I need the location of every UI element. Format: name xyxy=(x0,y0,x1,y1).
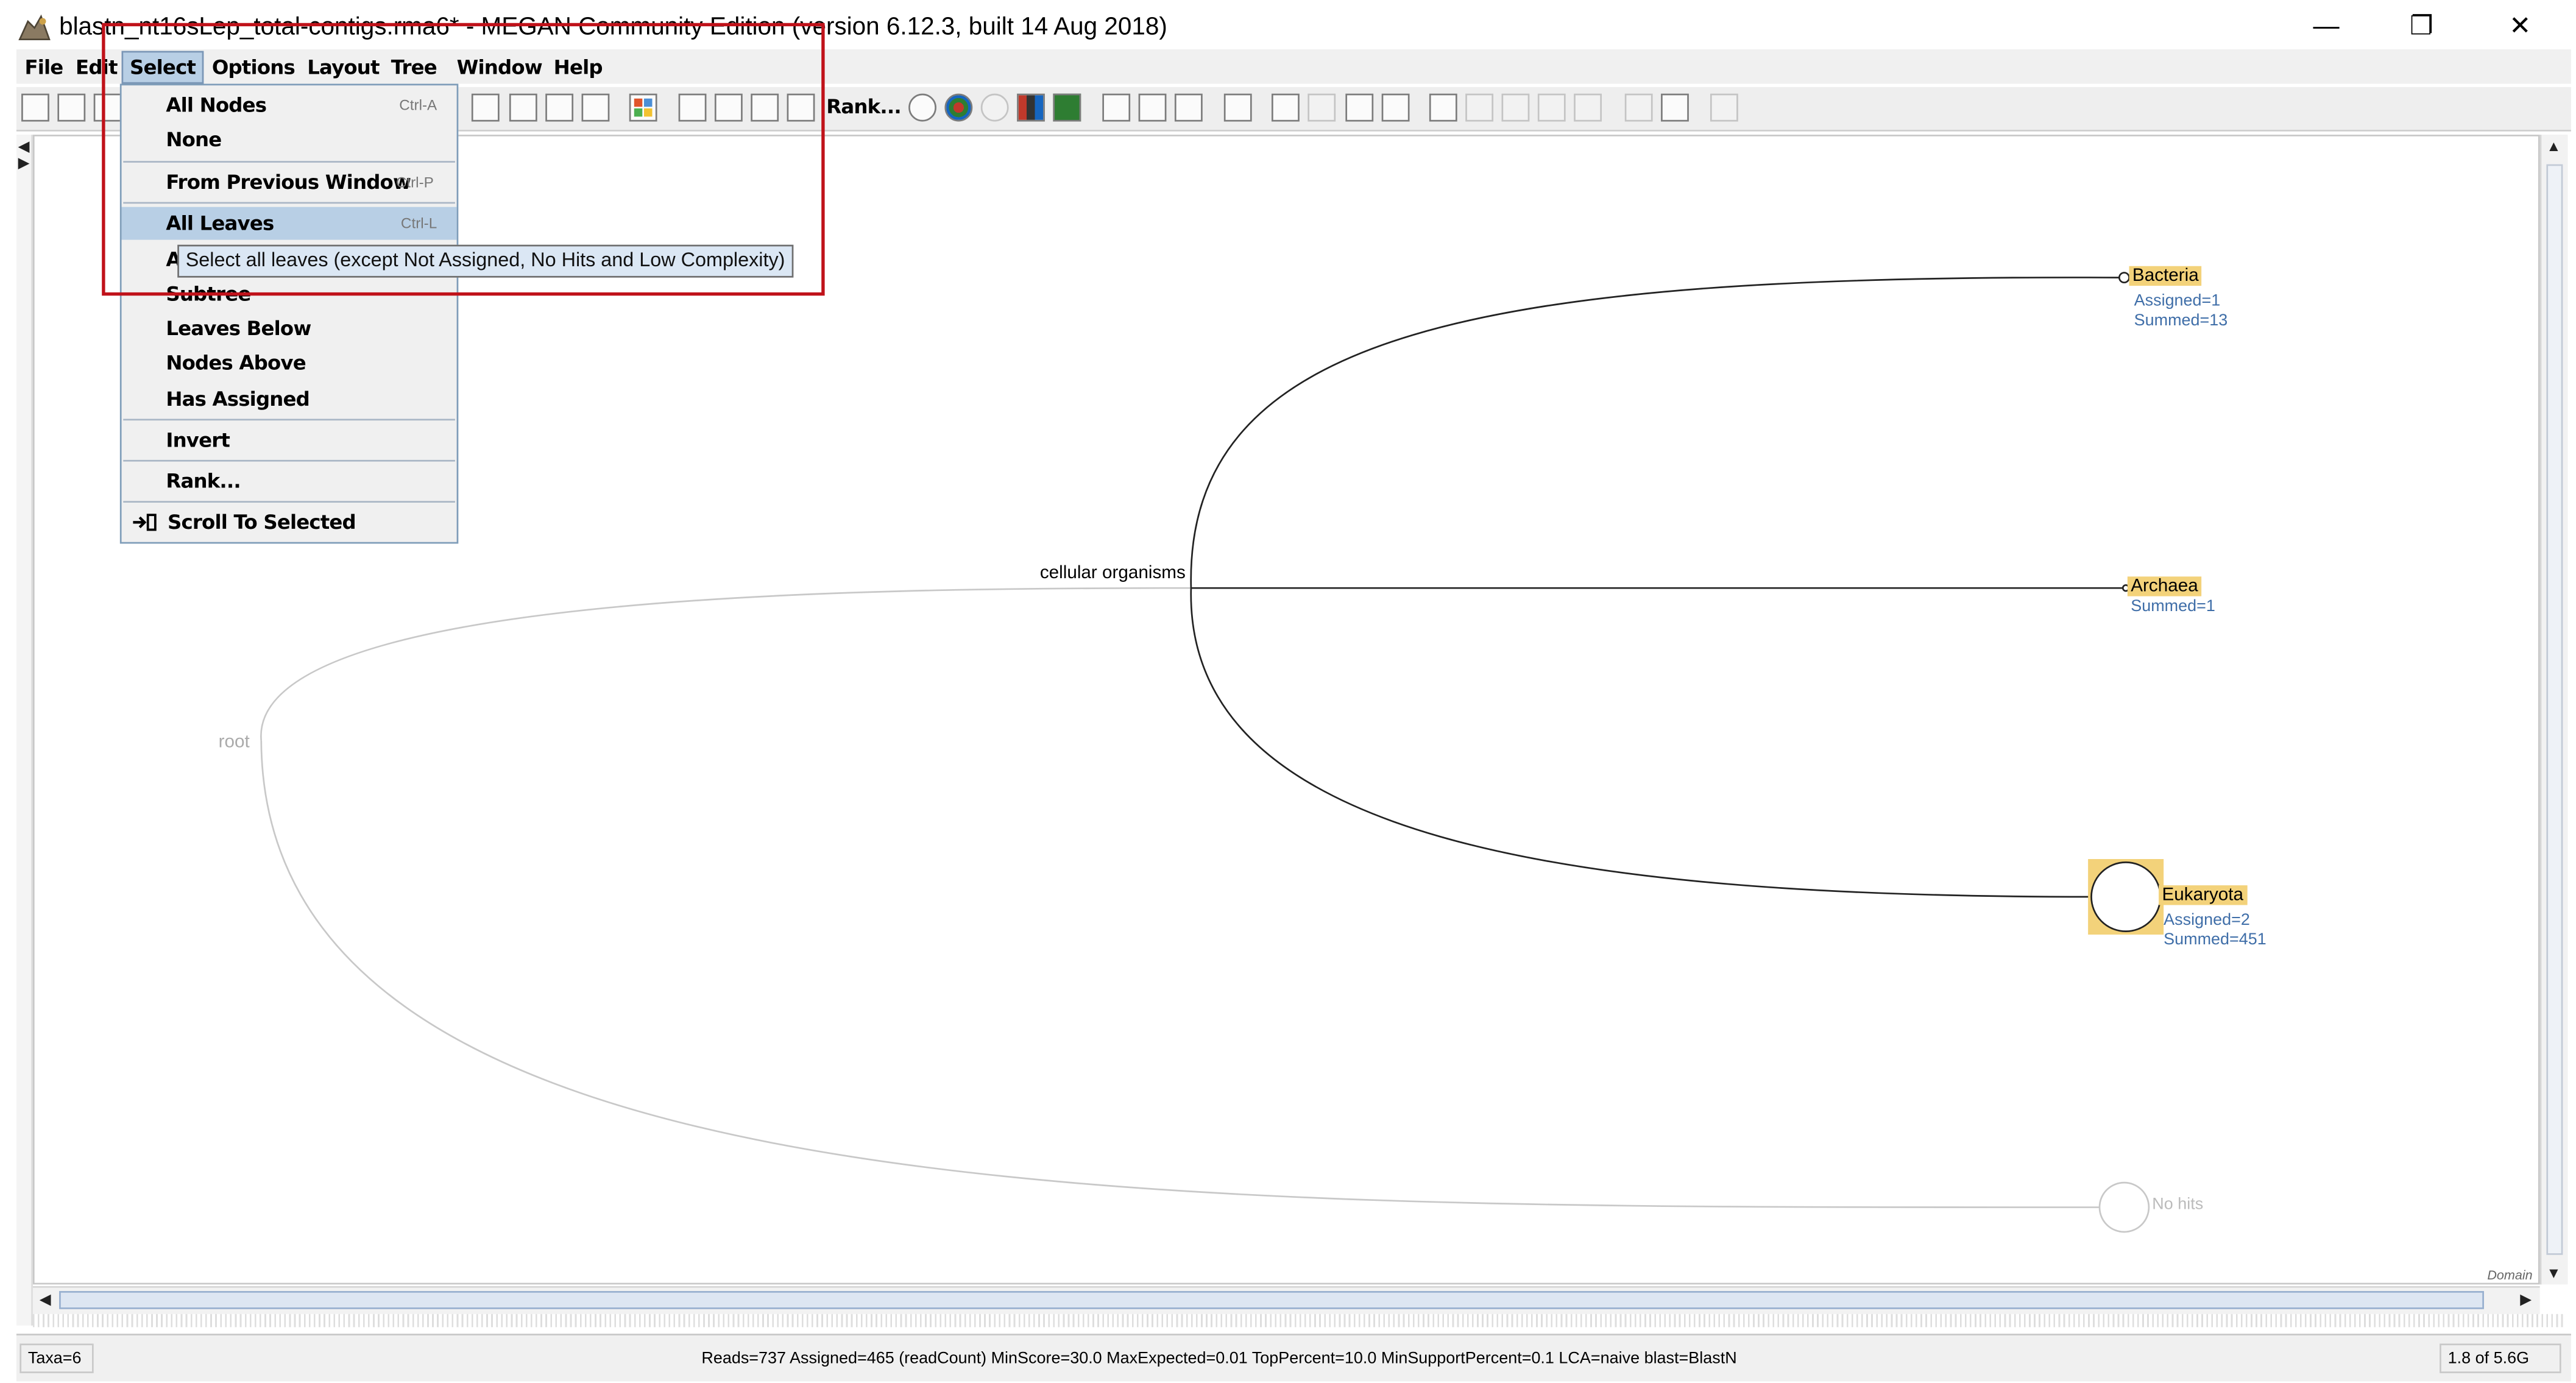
line-style-curved-icon[interactable] xyxy=(1174,93,1203,122)
menu-item-nodes-above[interactable]: Nodes Above xyxy=(122,347,457,380)
rank-caption: Domain xyxy=(2487,1268,2533,1283)
grid-icon[interactable] xyxy=(1661,93,1689,122)
horizontal-scrollbar[interactable]: ◀ ▶ xyxy=(32,1286,2540,1314)
taxonomy-icon[interactable] xyxy=(1429,93,1457,122)
cog-icon[interactable] xyxy=(1501,93,1530,122)
menu-item-leaves-below[interactable]: Leaves Below xyxy=(122,312,457,345)
scroll-down-icon[interactable]: ▼ xyxy=(2546,1265,2561,1281)
scroll-to-selected-icon xyxy=(133,514,157,531)
eukaryota-counts: Assigned=2 Summed=451 xyxy=(2164,911,2266,951)
menu-separator xyxy=(123,459,455,462)
scroll-left-icon[interactable]: ◀ xyxy=(40,1291,51,1309)
close-button[interactable]: ✕ xyxy=(2482,7,2558,49)
node-bacteria xyxy=(2118,272,2130,284)
status-bar: Taxa=6 Reads=737 Assigned=465 (readCount… xyxy=(16,1334,2571,1382)
heatmap-icon[interactable] xyxy=(1053,93,1081,122)
interpro-icon[interactable] xyxy=(1465,93,1494,122)
edge-root-cellular xyxy=(260,587,1191,741)
node-label-bacteria[interactable]: Bacteria xyxy=(2129,266,2203,286)
archaea-summed: Summed=1 xyxy=(2131,598,2215,617)
archaea-counts: Summed=1 xyxy=(2131,598,2215,617)
menu-item-scroll-to-selected[interactable]: Scroll To Selected xyxy=(122,506,457,539)
status-taxa: Taxa=6 xyxy=(19,1343,94,1373)
scroll-right-icon[interactable]: ▶ xyxy=(2520,1291,2532,1309)
node-label-archaea[interactable]: Archaea xyxy=(2127,576,2202,596)
menu-item-invert[interactable]: Invert xyxy=(122,424,457,457)
node-no-hits xyxy=(2098,1181,2150,1233)
coxcomb-icon[interactable] xyxy=(980,93,1009,122)
node-label-root[interactable]: root xyxy=(219,732,250,752)
scroll-up-icon[interactable]: ▲ xyxy=(2546,138,2561,154)
edge-cellular-bacteria xyxy=(1190,277,2121,589)
rank-button[interactable]: Rank... xyxy=(826,95,901,118)
left-collapse-strip[interactable]: ◀ ▶ xyxy=(16,135,33,1326)
bacteria-assigned: Assigned=1 xyxy=(2134,292,2221,311)
bacteria-counts: Assigned=1 Summed=13 xyxy=(2134,292,2228,332)
kegg-icon[interactable] xyxy=(1574,93,1602,122)
node-eukaryota xyxy=(2090,861,2162,932)
zoom-icon[interactable] xyxy=(1381,93,1410,122)
menu-item-rank[interactable]: Rank... xyxy=(122,465,457,498)
node-label-no-hits[interactable]: No hits xyxy=(2152,1196,2203,1214)
maximize-button[interactable]: ❐ xyxy=(2383,7,2459,49)
edge-cellular-eukaryota xyxy=(1190,588,2092,898)
seed-icon[interactable] xyxy=(1537,93,1566,122)
node-shape-circle-icon[interactable] xyxy=(908,93,936,122)
minimize-button[interactable]: — xyxy=(2288,7,2364,49)
options-icon[interactable] xyxy=(1710,93,1738,122)
expand-right-icon[interactable]: ▶ xyxy=(18,154,30,172)
status-memory: 1.8 of 5.6G xyxy=(2440,1343,2561,1373)
horizontal-scroll-thumb[interactable] xyxy=(59,1291,2484,1309)
bacteria-summed: Summed=13 xyxy=(2134,312,2228,330)
chart-icon[interactable] xyxy=(1223,93,1252,122)
open-icon[interactable] xyxy=(21,93,49,122)
bar-chart-icon[interactable] xyxy=(1017,93,1045,122)
sequence-icon[interactable] xyxy=(1345,93,1374,122)
table-icon[interactable] xyxy=(1272,93,1300,122)
line-style-rect-icon[interactable] xyxy=(1138,93,1167,122)
expand-left-icon[interactable]: ◀ xyxy=(18,138,30,156)
node-label-cellular-organisms[interactable]: cellular organisms xyxy=(1040,564,1186,583)
word-cloud-icon[interactable] xyxy=(1307,93,1336,122)
pie-chart-icon[interactable] xyxy=(944,93,973,122)
edge-root-nohits xyxy=(260,740,2101,1208)
line-style-straight-icon[interactable] xyxy=(1102,93,1131,122)
eukaryota-assigned: Assigned=2 xyxy=(2164,911,2250,930)
annotation-highlight-box xyxy=(102,23,825,296)
status-info: Reads=737 Assigned=465 (readCount) MinSc… xyxy=(693,1343,1844,1373)
menu-separator xyxy=(123,501,455,503)
eukaryota-summed: Summed=451 xyxy=(2164,931,2266,950)
node-label-eukaryota[interactable]: Eukaryota xyxy=(2159,885,2247,905)
fit-icon[interactable] xyxy=(1624,93,1653,122)
megan-app-icon xyxy=(18,14,51,41)
vertical-scrollbar[interactable]: ▲ ▼ xyxy=(2539,135,2568,1285)
divider-handle[interactable] xyxy=(32,1314,2566,1328)
menu-item-has-assigned[interactable]: Has Assigned xyxy=(122,383,457,416)
print-icon[interactable] xyxy=(57,93,86,122)
menu-file[interactable]: File xyxy=(18,52,70,82)
vertical-scroll-thumb[interactable] xyxy=(2546,164,2563,1255)
menu-separator xyxy=(123,419,455,421)
